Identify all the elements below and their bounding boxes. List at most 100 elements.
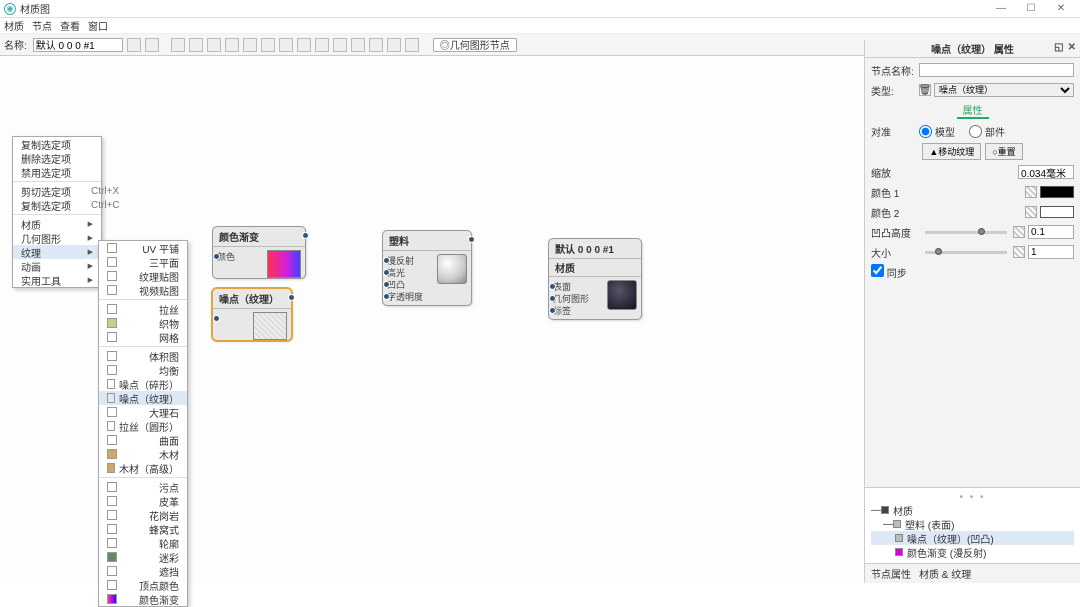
- ctx-sub-item-noise-texture[interactable]: 噪点（纹理）: [99, 391, 187, 405]
- ctx-sub-item[interactable]: 均衡: [99, 363, 187, 377]
- menu-window[interactable]: 窗口: [88, 18, 108, 33]
- ctx-sub-item[interactable]: 蜂窝式: [99, 522, 187, 536]
- color2-swatch[interactable]: [1040, 206, 1074, 218]
- node-canvas[interactable]: 颜色渐变 颜色 噪点（纹理） 塑料: [0, 56, 864, 583]
- type-select[interactable]: 噪点（纹理）: [934, 83, 1074, 97]
- ctx-sub-item[interactable]: 木材（高级）: [99, 461, 187, 475]
- input-port[interactable]: [549, 283, 556, 290]
- ctx-sub-item[interactable]: 花岗岩: [99, 508, 187, 522]
- ctx-item[interactable]: 剪切选定项Ctrl+X: [13, 184, 101, 198]
- ctx-item[interactable]: 复制选定项Ctrl+C: [13, 198, 101, 212]
- toolbar-icon[interactable]: [145, 38, 159, 52]
- output-port[interactable]: [468, 236, 475, 243]
- node-header[interactable]: 噪点（纹理）: [213, 289, 291, 309]
- output-port[interactable]: [288, 294, 295, 301]
- ctx-sub-item[interactable]: 体积图: [99, 349, 187, 363]
- color-picker-icon[interactable]: [1025, 186, 1037, 198]
- toolbar-icon[interactable]: [351, 38, 365, 52]
- ctx-sub-item[interactable]: 三平面: [99, 255, 187, 269]
- ctx-sub-item[interactable]: 污点: [99, 480, 187, 494]
- tree-item[interactable]: 颜色渐变 (漫反射): [871, 545, 1074, 559]
- menu-material[interactable]: 材质: [4, 18, 24, 33]
- input-port[interactable]: [549, 295, 556, 302]
- trash-icon[interactable]: 🗑: [919, 84, 931, 96]
- node-header[interactable]: 默认 0 0 0 #1: [549, 239, 641, 259]
- toolbar-icon[interactable]: [171, 38, 185, 52]
- size-slider[interactable]: [925, 251, 1007, 254]
- node-noise-texture[interactable]: 噪点（纹理）: [212, 288, 292, 341]
- dock-icon[interactable]: ◱: [1054, 42, 1063, 53]
- node-plastic[interactable]: 塑料 漫反射 高光 凹凸 字透明度: [382, 230, 472, 306]
- node-header[interactable]: 塑料: [383, 231, 471, 251]
- ctx-sub-item[interactable]: 拉丝（圆形）: [99, 419, 187, 433]
- name-input[interactable]: [33, 38, 123, 52]
- toolbar-icon[interactable]: [297, 38, 311, 52]
- bump-input[interactable]: [1028, 225, 1074, 239]
- ctx-sub-item[interactable]: 织物: [99, 316, 187, 330]
- ctx-sub-item[interactable]: 颜色渐变: [99, 592, 187, 606]
- input-port[interactable]: [549, 307, 556, 314]
- link-icon[interactable]: [1013, 246, 1025, 258]
- input-port[interactable]: [213, 253, 220, 260]
- size-input[interactable]: [1028, 245, 1074, 259]
- link-icon[interactable]: [1013, 226, 1025, 238]
- bump-slider[interactable]: [925, 231, 1007, 234]
- drag-handle[interactable]: • • •: [871, 492, 1074, 503]
- ctx-sub-item[interactable]: 遮挡: [99, 564, 187, 578]
- ctx-item-material[interactable]: 材质: [13, 217, 101, 231]
- ctx-item-geometry[interactable]: 几何图形: [13, 231, 101, 245]
- tab-properties[interactable]: 属性: [957, 102, 989, 119]
- ctx-item[interactable]: 复制选定项: [13, 137, 101, 151]
- breadcrumb[interactable]: ◎几何图形节点: [433, 38, 517, 52]
- ctx-sub-item[interactable]: 噪点（碎形）: [99, 377, 187, 391]
- ctx-sub-item[interactable]: 纹理贴图: [99, 269, 187, 283]
- ctx-sub-item[interactable]: 皮革: [99, 494, 187, 508]
- node-name-input[interactable]: [919, 63, 1074, 77]
- menu-node[interactable]: 节点: [32, 18, 52, 33]
- radio-model[interactable]: 模型: [919, 124, 955, 139]
- maximize-button[interactable]: ☐: [1016, 1, 1046, 17]
- tab-material-texture[interactable]: 材质 & 纹理: [919, 566, 971, 581]
- ctx-sub-item[interactable]: 轮廓: [99, 536, 187, 550]
- ctx-sub-item[interactable]: 迷彩: [99, 550, 187, 564]
- minimize-button[interactable]: —: [986, 1, 1016, 17]
- ctx-sub-item[interactable]: 网格: [99, 330, 187, 344]
- scale-input[interactable]: [1018, 165, 1074, 179]
- toolbar-icon[interactable]: [387, 38, 401, 52]
- ctx-item[interactable]: 禁用选定项: [13, 165, 101, 179]
- ctx-sub-item[interactable]: 顶点颜色: [99, 578, 187, 592]
- input-port[interactable]: [213, 315, 220, 322]
- toolbar-icon[interactable]: [243, 38, 257, 52]
- tree-root[interactable]: — 材质: [871, 503, 1074, 517]
- tree-item[interactable]: 噪点（纹理）(凹凸): [871, 531, 1074, 545]
- ctx-item-texture[interactable]: 纹理: [13, 245, 101, 259]
- ctx-sub-item[interactable]: 拉丝: [99, 302, 187, 316]
- ctx-sub-item[interactable]: 木材: [99, 447, 187, 461]
- node-header[interactable]: 颜色渐变: [213, 227, 305, 247]
- ctx-sub-item[interactable]: UV 平铺: [99, 241, 187, 255]
- ctx-item-animation[interactable]: 动画: [13, 259, 101, 273]
- toolbar-icon[interactable]: [333, 38, 347, 52]
- close-button[interactable]: ✕: [1046, 1, 1076, 17]
- toolbar-icon[interactable]: [207, 38, 221, 52]
- input-port[interactable]: [383, 257, 390, 264]
- ctx-sub-item[interactable]: 曲面: [99, 433, 187, 447]
- toolbar-icon[interactable]: [225, 38, 239, 52]
- toolbar-icon[interactable]: [315, 38, 329, 52]
- ctx-item-utility[interactable]: 实用工具: [13, 273, 101, 287]
- toolbar-icon[interactable]: [369, 38, 383, 52]
- toolbar-icon[interactable]: [261, 38, 275, 52]
- tab-node-props[interactable]: 节点属性: [871, 566, 911, 581]
- menu-view[interactable]: 查看: [60, 18, 80, 33]
- ctx-sub-item[interactable]: 大理石: [99, 405, 187, 419]
- input-port[interactable]: [383, 269, 390, 276]
- node-material-output[interactable]: 默认 0 0 0 #1 材质 表面 几何图形 标签: [548, 238, 642, 320]
- sync-checkbox[interactable]: 同步: [871, 264, 907, 280]
- color1-swatch[interactable]: [1040, 186, 1074, 198]
- tree-item[interactable]: — 塑料 (表面): [871, 517, 1074, 531]
- input-port[interactable]: [383, 281, 390, 288]
- context-menu[interactable]: 复制选定项 删除选定项 禁用选定项 剪切选定项Ctrl+X 复制选定项Ctrl+…: [12, 136, 102, 288]
- node-color-gradient[interactable]: 颜色渐变 颜色: [212, 226, 306, 279]
- ctx-sub-item[interactable]: 视频贴图: [99, 283, 187, 297]
- ctx-item[interactable]: 删除选定项: [13, 151, 101, 165]
